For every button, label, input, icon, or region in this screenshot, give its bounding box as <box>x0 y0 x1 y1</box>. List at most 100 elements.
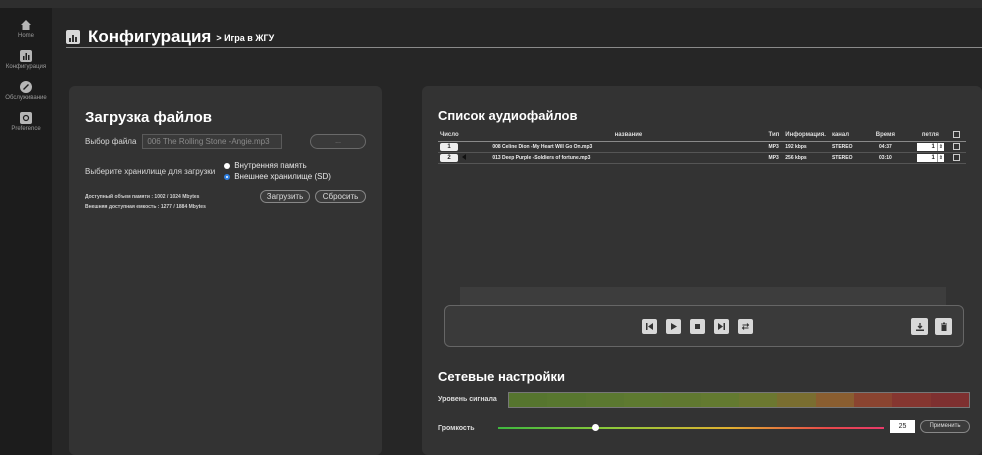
track-number[interactable]: 2 <box>440 153 458 162</box>
loop-value[interactable]: 1 <box>916 142 937 151</box>
apply-button[interactable]: Применить <box>920 420 970 433</box>
signal-segment <box>777 393 816 407</box>
trash-icon <box>940 322 947 331</box>
signal-segment <box>853 393 893 407</box>
signal-segment <box>662 393 701 407</box>
audio-table: Число название Тип Информация. канал Вре… <box>438 129 966 164</box>
loop-stepper[interactable]: 1 ⇕ <box>916 142 944 151</box>
volume-label: Громкость <box>438 425 475 432</box>
col-time: Время <box>861 129 910 142</box>
row-checkbox[interactable] <box>953 143 961 150</box>
signal-segment <box>892 393 931 407</box>
sidebar-item-preference[interactable]: Preference <box>0 111 52 132</box>
signal-segment <box>547 393 586 407</box>
upload-title: Загрузка файлов <box>85 109 212 126</box>
radio-dot-selected[interactable] <box>224 173 231 180</box>
storage-label: Выберите хранилище для загрузки <box>85 166 216 176</box>
signal-segment <box>815 393 854 407</box>
spinner-icon[interactable]: ⇕ <box>936 153 944 162</box>
signal-segment <box>585 393 624 407</box>
upload-panel: Загрузка файлов Выбор файла 006 The Roll… <box>69 86 382 455</box>
col-select-all <box>951 129 966 142</box>
home-icon <box>19 18 33 32</box>
radio-label: Внешнее хранилище (SD) <box>234 172 331 181</box>
next-button[interactable] <box>714 319 729 334</box>
loop-cell: 1 ⇕ <box>909 152 952 164</box>
file-input[interactable]: 006 The Rolling Stone -Angie.mp3 <box>142 134 283 149</box>
col-loop: петля <box>909 129 952 142</box>
network-title: Сетевые настройки <box>438 369 566 384</box>
page-header: Конфигурация > Игра в ЖГУ <box>66 26 982 48</box>
volume-input[interactable]: 25 <box>890 420 915 433</box>
radio-external[interactable]: Внешнее хранилище (SD) <box>224 172 331 181</box>
sidebar-item-label: Home <box>17 33 34 39</box>
repeat-button[interactable] <box>738 319 753 334</box>
row-number: 2 <box>438 152 491 164</box>
memory-info: Доступный объем памяти : 1002 / 1024 Mby… <box>85 192 206 212</box>
file-label: Выбор файла <box>85 137 137 146</box>
delete-button[interactable] <box>935 318 952 335</box>
track-number[interactable]: 1 <box>440 142 458 151</box>
page-title: Конфигурация <box>88 26 212 46</box>
chart-icon <box>66 29 80 44</box>
col-number: Число <box>438 129 491 142</box>
repeat-icon <box>741 323 750 330</box>
player-controls <box>444 305 964 347</box>
track-time: 04:37 <box>861 141 910 153</box>
radio-dot[interactable] <box>224 162 231 169</box>
sidebar: Home Конфигурация Обслуживание Preferenc… <box>0 8 52 455</box>
stop-button[interactable] <box>690 319 705 334</box>
breadcrumb: > Игра в ЖГУ <box>216 33 275 43</box>
audio-panel: Список аудиофайлов Число название Тип Ин… <box>422 86 982 455</box>
memory-external: Внешняя доступная емкость : 1277 / 1884 … <box>85 204 206 210</box>
storage-row: Выберите хранилище для загрузки Внутренн… <box>85 161 331 181</box>
select-all-checkbox[interactable] <box>953 131 961 139</box>
download-button[interactable] <box>911 318 928 335</box>
audio-title: Список аудиофайлов <box>438 108 578 123</box>
browse-button[interactable]: ... <box>310 134 366 149</box>
chart-icon <box>19 49 33 63</box>
radio-internal[interactable]: Внутренняя память <box>224 161 331 170</box>
table-row[interactable]: 1 008 Celine Dion -My Heart Will Go On.m… <box>438 141 966 153</box>
play-button[interactable] <box>666 319 681 334</box>
row-checkbox[interactable] <box>953 154 961 161</box>
track-type: MP3 <box>766 141 784 153</box>
sidebar-item-maintenance[interactable]: Обслуживание <box>0 80 52 101</box>
loop-value[interactable]: 1 <box>916 153 937 162</box>
volume-slider-track[interactable] <box>498 427 884 429</box>
signal-segment <box>509 393 548 407</box>
previous-button[interactable] <box>642 319 657 334</box>
col-info: Информация. <box>783 129 830 142</box>
playback-progress-track[interactable] <box>460 287 946 305</box>
row-number: 1 <box>438 141 491 153</box>
signal-segment <box>930 393 969 407</box>
signal-segment <box>623 393 663 407</box>
table-row[interactable]: 2 013 Deep Purple -Soldiers of fortune.m… <box>438 152 966 164</box>
memory-internal: Доступный объем памяти : 1002 / 1024 Mby… <box>85 194 200 200</box>
select-cell <box>951 141 966 153</box>
col-channel: канал <box>829 129 862 142</box>
spinner-icon[interactable]: ⇕ <box>936 142 944 151</box>
track-time: 03:10 <box>861 152 910 164</box>
storage-radio-group: Внутренняя память Внешнее хранилище (SD) <box>224 161 331 181</box>
stop-icon <box>695 324 700 329</box>
loop-stepper[interactable]: 1 ⇕ <box>916 153 944 162</box>
table-header-row: Число название Тип Информация. канал Вре… <box>438 129 966 142</box>
upload-button[interactable]: Загрузить <box>260 190 310 203</box>
loop-cell: 1 ⇕ <box>909 141 952 153</box>
track-info: 256 kbps <box>783 152 830 164</box>
sidebar-item-config[interactable]: Конфигурация <box>0 49 52 70</box>
sidebar-item-home[interactable]: Home <box>0 18 52 39</box>
signal-segment <box>700 393 739 407</box>
top-bar <box>0 0 982 8</box>
select-cell <box>951 152 966 164</box>
wrench-icon <box>19 80 33 94</box>
col-type: Тип <box>766 129 784 142</box>
sidebar-item-label: Preference <box>11 126 41 132</box>
download-icon <box>915 322 924 331</box>
track-info: 192 kbps <box>783 141 830 153</box>
volume-slider-thumb[interactable] <box>591 424 599 431</box>
reset-button[interactable]: Сбросить <box>315 190 366 203</box>
track-channel: STEREO <box>829 152 862 164</box>
sidebar-item-label: Конфигурация <box>5 64 47 70</box>
